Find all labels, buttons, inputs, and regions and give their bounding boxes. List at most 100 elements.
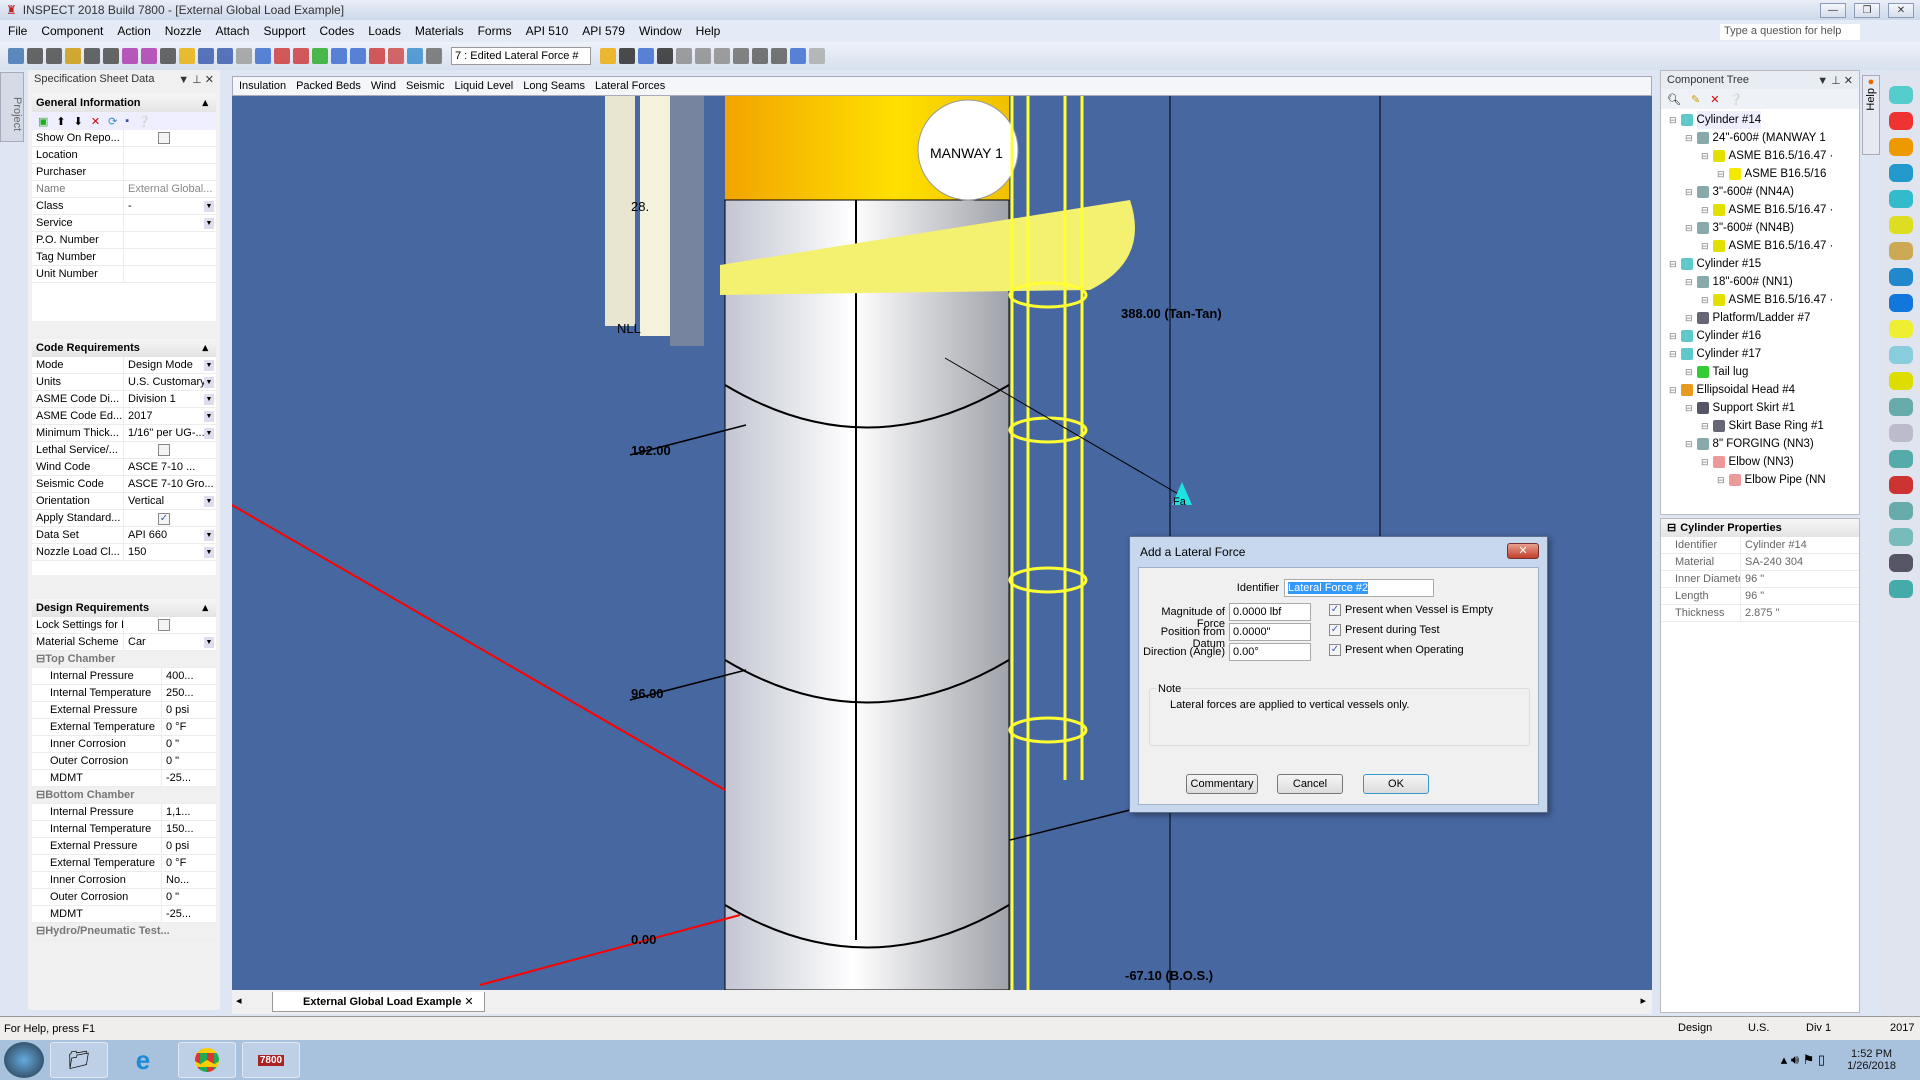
toolbar-button-icon[interactable]: [103, 48, 119, 64]
dropdown-arrow-icon[interactable]: ▼: [204, 201, 214, 212]
expand-icon[interactable]: ⊟: [1669, 111, 1677, 129]
palette-component-icon[interactable]: [1889, 294, 1913, 312]
menu-window[interactable]: Window: [639, 24, 682, 38]
property-value[interactable]: 0 ": [162, 736, 216, 752]
property-value[interactable]: U.S. Customary ▼: [124, 374, 216, 390]
view-tab[interactable]: Packed Beds: [296, 80, 361, 92]
menu-loads[interactable]: Loads: [368, 24, 401, 38]
property-row[interactable]: Seismic Code ASCE 7-10 Gro...: [32, 476, 216, 493]
tray-icons[interactable]: ▴ 🔊︎ ⚑ ▯: [1781, 1052, 1825, 1068]
identifier-input[interactable]: Lateral Force #2: [1284, 579, 1434, 597]
property-row[interactable]: Lock Settings for Indivi...: [32, 617, 216, 634]
property-row[interactable]: Internal Pressure 400...: [32, 668, 216, 685]
restore-button[interactable]: ❐: [1854, 2, 1880, 18]
tree-item[interactable]: ⊟ 3"-600# (NN4B): [1669, 219, 1859, 237]
view-tab[interactable]: Long Seams: [523, 80, 585, 92]
tree-item[interactable]: ⊟ Cylinder #17: [1669, 345, 1859, 363]
chrome-taskbar-icon[interactable]: [178, 1042, 236, 1078]
toolbar-button-icon[interactable]: [65, 48, 81, 64]
palette-component-icon[interactable]: [1889, 346, 1913, 364]
scroll-left-icon[interactable]: ◂: [236, 994, 242, 1007]
expand-icon[interactable]: ⊟: [1701, 237, 1709, 255]
property-value[interactable]: -25...: [162, 770, 216, 786]
expand-icon[interactable]: ⊟: [1717, 471, 1725, 489]
palette-component-icon[interactable]: [1889, 320, 1913, 338]
toolbar-button-icon[interactable]: [141, 48, 157, 64]
checkbox[interactable]: [158, 619, 170, 631]
toolbar-button-icon[interactable]: [714, 48, 730, 64]
property-row[interactable]: Unit Number: [32, 266, 216, 283]
property-row[interactable]: Show On Repo...: [32, 130, 216, 147]
palette-component-icon[interactable]: [1889, 164, 1913, 182]
property-value[interactable]: ASCE 7-10 Gro...: [124, 476, 216, 492]
toolbar-button-icon[interactable]: [426, 48, 442, 64]
group-header[interactable]: ⊟ Top Chamber: [32, 651, 216, 668]
property-value[interactable]: 0 ": [162, 753, 216, 769]
tree-item[interactable]: ⊟ 24"-600# (MANWAY 1: [1669, 129, 1859, 147]
collapse-icon[interactable]: ▴: [202, 94, 208, 112]
property-value[interactable]: 250...: [162, 685, 216, 701]
property-row[interactable]: Inner Diameter 96 ": [1661, 571, 1859, 588]
property-value[interactable]: [124, 617, 216, 633]
dropdown-arrow-icon[interactable]: ▼: [204, 496, 214, 507]
toolbar-button-icon[interactable]: [27, 48, 43, 64]
checkbox[interactable]: ✓: [1329, 644, 1341, 656]
refresh-icon[interactable]: ⟳: [108, 115, 117, 128]
expand-icon[interactable]: ⊟: [1701, 291, 1709, 309]
menu-file[interactable]: File: [8, 24, 27, 38]
dropdown-arrow-icon[interactable]: ▼: [204, 377, 214, 388]
direction-input[interactable]: 0.00°: [1229, 643, 1311, 661]
collapse-icon[interactable]: ▴: [202, 599, 208, 617]
property-value[interactable]: 400...: [162, 668, 216, 684]
tree-item[interactable]: ⊟ Ellipsoidal Head #4: [1669, 381, 1859, 399]
down-arrow-icon[interactable]: ⬇: [74, 115, 83, 128]
menu-component[interactable]: Component: [41, 24, 103, 38]
add-icon[interactable]: ▣: [38, 115, 48, 128]
property-value[interactable]: -25...: [162, 906, 216, 922]
menu-forms[interactable]: Forms: [478, 24, 512, 38]
property-value[interactable]: 2017 ▼: [124, 408, 216, 424]
tree-item[interactable]: ⊟ 18"-600# (NN1): [1669, 273, 1859, 291]
menu-help[interactable]: Help: [696, 24, 721, 38]
toolbar-button-icon[interactable]: [369, 48, 385, 64]
toolbar-button-icon[interactable]: [179, 48, 195, 64]
tree-item[interactable]: ⊟ Cylinder #14: [1669, 111, 1859, 129]
position-input[interactable]: 0.0000": [1229, 623, 1311, 641]
help-icon[interactable]: ❔: [1729, 93, 1743, 106]
save-icon[interactable]: ▪: [125, 115, 129, 127]
property-row[interactable]: Material Scheme Car ▼: [32, 634, 216, 651]
group-header[interactable]: ⊟ Bottom Chamber: [32, 787, 216, 804]
toolbar-button-icon[interactable]: [676, 48, 692, 64]
dropdown-arrow-icon[interactable]: ▼: [204, 428, 214, 439]
property-row[interactable]: Nozzle Load Cl... 150 ▼: [32, 544, 216, 561]
toolbar-button-icon[interactable]: [388, 48, 404, 64]
toolbar-button-icon[interactable]: [638, 48, 654, 64]
clock[interactable]: 1:52 PM 1/26/2018: [1847, 1048, 1896, 1072]
checkbox[interactable]: [158, 132, 170, 144]
expand-icon[interactable]: ⊟: [1685, 219, 1693, 237]
view-tab[interactable]: Insulation: [239, 80, 286, 92]
property-row[interactable]: Material SA-240 304: [1661, 554, 1859, 571]
property-row[interactable]: Tag Number: [32, 249, 216, 266]
property-row[interactable]: Internal Temperature 250...: [32, 685, 216, 702]
property-value[interactable]: [124, 164, 216, 180]
tree-item[interactable]: ⊟ ASME B16.5/16.47 ·: [1669, 147, 1859, 165]
tree-item[interactable]: ⊟ ASME B16.5/16.47 ·: [1669, 291, 1859, 309]
checkbox[interactable]: ✓: [1329, 624, 1341, 636]
palette-component-icon[interactable]: [1889, 528, 1913, 546]
explorer-taskbar-icon[interactable]: 📁︎: [50, 1042, 108, 1078]
palette-component-icon[interactable]: [1889, 112, 1913, 130]
property-value[interactable]: 2.875 ": [1741, 605, 1859, 621]
palette-component-icon[interactable]: [1889, 424, 1913, 442]
dropdown-arrow-icon[interactable]: ▼: [204, 360, 214, 371]
tree-item[interactable]: ⊟ ASME B16.5/16.47 ·: [1669, 201, 1859, 219]
toolbar-button-icon[interactable]: [600, 48, 616, 64]
ok-button[interactable]: OK: [1363, 774, 1429, 794]
minimize-button[interactable]: —: [1820, 2, 1846, 18]
property-value[interactable]: [124, 130, 216, 146]
delete-icon[interactable]: ✕: [91, 115, 100, 128]
palette-component-icon[interactable]: [1889, 86, 1913, 104]
property-value[interactable]: Design Mode ▼: [124, 357, 216, 373]
property-value[interactable]: [124, 442, 216, 458]
property-row[interactable]: ASME Code Di... Division 1 ▼: [32, 391, 216, 408]
